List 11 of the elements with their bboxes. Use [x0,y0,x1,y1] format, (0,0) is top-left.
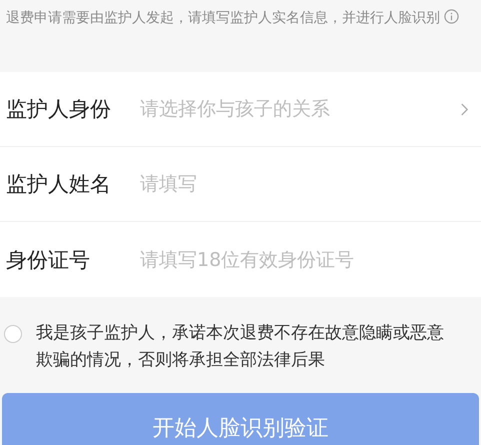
notice-text: 退费申请需要由监护人发起，请填写监护人实名信息，并进行人脸识别 [6,4,475,32]
info-icon[interactable] [444,9,459,24]
field-label: 监护人姓名 [6,171,112,198]
field-label: 身份证号 [6,246,91,274]
chevron-right-icon [460,102,469,116]
checkbox[interactable] [4,325,22,343]
input-field[interactable]: 请填写18位有效身份证号 [140,248,469,270]
select-field[interactable]: 请选择你与孩子的关系 [140,98,460,120]
field-label: 监护人身份 [6,96,112,123]
input-field[interactable]: 请填写 [140,173,469,195]
agreement-text: 我是孩子监护人，承诺本次退费不存在故意隐瞒或恶意欺骗的情况，否则将承担全部法律后果 [36,322,445,372]
